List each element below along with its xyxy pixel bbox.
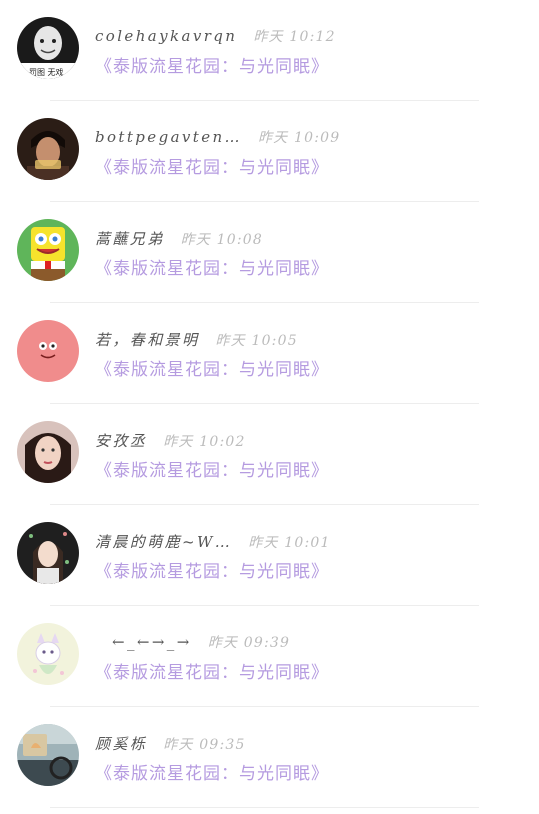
avatar[interactable] (17, 219, 79, 281)
car-photo-avatar-icon (17, 724, 79, 786)
avatar[interactable] (17, 623, 79, 685)
timestamp: 昨天 10:05 (215, 333, 298, 349)
list-item[interactable]: bottpegavten… 昨天 10:09 《泰版流星花园：与光同眠》 (0, 101, 539, 202)
list-item[interactable]: 顾奚栎 昨天 09:35 《泰版流星花园：与光同眠》 (0, 707, 539, 808)
girl-portrait-avatar-icon (17, 421, 79, 483)
username[interactable]: 若，春和景明 (95, 329, 199, 350)
list-item[interactable]: 蒿蘸兄弟 昨天 10:08 《泰版流星花园：与光同眠》 (0, 202, 539, 303)
list-item[interactable]: 罚图 无戏 colehaykavrqn 昨天 10:12 《泰版流星花园：与光同… (0, 0, 539, 101)
topic-link[interactable]: 《泰版流星花园：与光同眠》 (95, 658, 329, 683)
timestamp: 昨天 09:35 (163, 737, 246, 753)
username[interactable]: colehaykavrqn (95, 27, 237, 45)
list-item[interactable]: 安孜丞 昨天 10:02 《泰版流星花园：与光同眠》 (0, 404, 539, 505)
topic-link[interactable]: 《泰版流星花园：与光同眠》 (95, 52, 329, 77)
avatar[interactable] (17, 118, 79, 180)
timestamp: 昨天 09:39 (207, 635, 291, 651)
list-item[interactable]: 若，春和景明 昨天 10:05 《泰版流星花园：与光同眠》 (0, 303, 539, 404)
divider (50, 807, 479, 808)
username[interactable]: 清晨的萌鹿~W… (95, 531, 232, 552)
timestamp: 昨天 10:09 (257, 130, 341, 146)
topic-link[interactable]: 《泰版流星花园：与光同眠》 (95, 557, 329, 582)
dark-portrait-avatar-icon (17, 118, 79, 180)
svg-text:罚图 无戏: 罚图 无戏 (29, 67, 64, 77)
comment-list: 罚图 无戏 colehaykavrqn 昨天 10:12 《泰版流星花园：与光同… (0, 0, 539, 814)
avatar[interactable] (17, 724, 79, 786)
username[interactable]: 蒿蘸兄弟 (95, 228, 165, 249)
timestamp: 昨天 10:02 (163, 434, 246, 450)
avatar[interactable]: 罚图 无戏 (17, 17, 79, 79)
patrick-avatar-icon (17, 320, 79, 382)
username[interactable]: 顾奚栎 (95, 733, 147, 754)
timestamp: 昨天 10:08 (180, 232, 264, 248)
list-item[interactable]: ←_←→_→ 昨天 09:39 《泰版流星花园：与光同眠》 (0, 606, 539, 707)
username[interactable]: 安孜丞 (95, 430, 147, 451)
timestamp: 昨天 10:01 (248, 535, 331, 551)
username[interactable]: ←_←→_→ (112, 633, 192, 651)
topic-link[interactable]: 《泰版流星花园：与光同眠》 (95, 456, 329, 481)
avatar[interactable] (17, 522, 79, 584)
avatar[interactable] (17, 320, 79, 382)
bw-portrait-avatar-icon: 罚图 无戏 (17, 17, 79, 79)
topic-link[interactable]: 《泰版流星花园：与光同眠》 (95, 759, 329, 784)
username[interactable]: bottpegavten… (95, 128, 242, 146)
avatar[interactable] (17, 421, 79, 483)
anime-cat-avatar-icon (17, 623, 79, 685)
spongebob-avatar-icon (17, 219, 79, 281)
topic-link[interactable]: 《泰版流星花园：与光同眠》 (95, 355, 329, 380)
list-item[interactable]: 清晨的萌鹿~W… 昨天 10:01 《泰版流星花园：与光同眠》 (0, 505, 539, 606)
timestamp: 昨天 10:12 (253, 29, 336, 45)
topic-link[interactable]: 《泰版流星花园：与光同眠》 (95, 153, 329, 178)
illustrated-girl-avatar-icon (17, 522, 79, 584)
topic-link[interactable]: 《泰版流星花园：与光同眠》 (95, 254, 329, 279)
